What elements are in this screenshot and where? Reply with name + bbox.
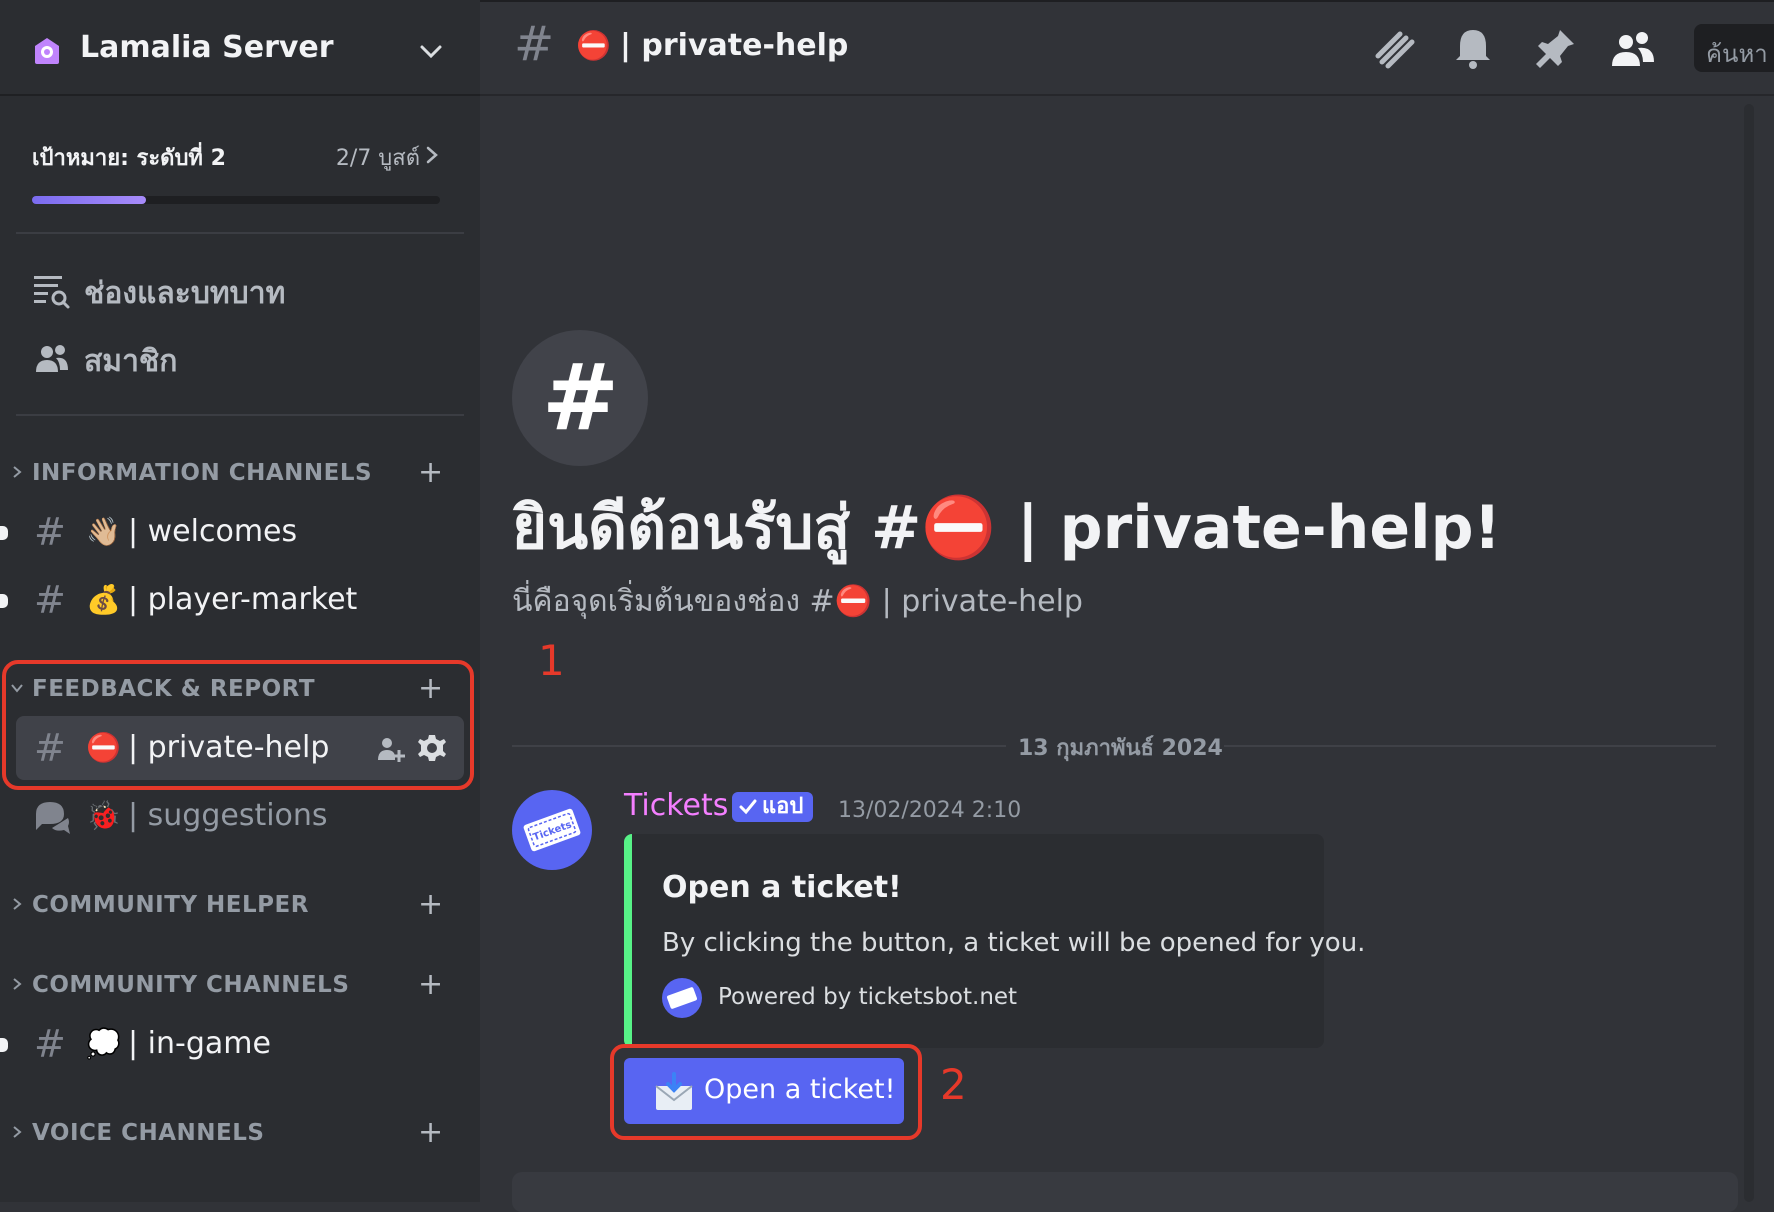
unread-indicator: [0, 526, 8, 540]
app-badge: แอป: [732, 792, 814, 822]
nav-channels-roles[interactable]: ช่องและบทบาท: [32, 262, 452, 318]
channel-label: | welcomes: [128, 514, 298, 549]
pin-icon[interactable]: [1532, 26, 1578, 72]
boost-goal-label[interactable]: เป้าหมาย: ระดับที่ 2: [32, 140, 226, 175]
forum-icon: [36, 802, 70, 834]
channel-emoji: 💭: [86, 1027, 121, 1060]
embed-footer-icon: [662, 978, 702, 1018]
add-channel-icon[interactable]: +: [418, 1118, 443, 1148]
channel-welcomes[interactable]: # 👋🏼 | welcomes: [0, 500, 464, 564]
category-label: VOICE CHANNELS: [32, 1120, 265, 1146]
server-header[interactable]: Lamalia Server: [0, 2, 480, 96]
category-voice-channels[interactable]: VOICE CHANNELS +: [0, 1112, 480, 1152]
members-icon: [36, 345, 68, 372]
chevron-right-icon: [13, 898, 22, 910]
embed-description: By clicking the button, a ticket will be…: [662, 928, 1366, 958]
channel-suggestions[interactable]: 🐞 | suggestions: [16, 784, 464, 848]
add-channel-icon[interactable]: +: [418, 458, 443, 488]
threads-icon[interactable]: [1372, 26, 1418, 72]
date-divider: 13 กุมภาพันธ์ 2024: [512, 730, 1716, 761]
channel-emoji: 👋🏼: [86, 515, 121, 548]
chevron-right-icon: [13, 466, 22, 478]
unread-indicator: [0, 1038, 8, 1052]
chevron-right-icon: [13, 1126, 22, 1138]
unread-indicator: [0, 594, 8, 608]
server-home-icon: [35, 38, 59, 64]
avatar[interactable]: Tickets: [512, 790, 592, 870]
channel-emoji: 💰: [86, 583, 121, 616]
welcome-heading: ยินดีต้อนรับสู่ #⛔ | private-help!: [512, 493, 1501, 563]
channel-title: | private-help: [620, 28, 849, 63]
channel-label: | player-market: [128, 582, 358, 617]
annotation-number-1: 1: [538, 636, 565, 685]
channel-browse-icon: [34, 276, 70, 309]
message-timestamp: 13/02/2024 2:10: [838, 798, 1022, 823]
sidebar-divider: [16, 414, 464, 416]
checkmark-icon: [739, 799, 757, 815]
welcome-subtext: นี่คือจุดเริ่มต้นของช่อง #⛔ | private-he…: [512, 584, 1083, 619]
channel-emoji: ⛔: [576, 29, 611, 62]
ticket-logo-icon: Tickets: [523, 808, 581, 852]
add-channel-icon[interactable]: +: [418, 890, 443, 920]
channel-sidebar: Lamalia Server เป้าหมาย: ระดับที่ 2 2/7 …: [0, 0, 480, 1202]
hash-icon: #: [34, 578, 66, 622]
message-embed: Open a ticket! By clicking the button, a…: [624, 834, 1365, 1048]
nav-members[interactable]: สมาชิก: [32, 330, 452, 386]
server-name: Lamalia Server: [80, 30, 334, 65]
chevron-down-icon[interactable]: [416, 36, 446, 66]
add-channel-icon[interactable]: +: [418, 970, 443, 1000]
boost-count[interactable]: 2/7 บูสต์: [336, 140, 420, 175]
channel-emoji: 🐞: [86, 799, 121, 832]
annotation-number-2: 2: [940, 1060, 967, 1109]
chevron-right-icon: [13, 978, 22, 990]
message-input[interactable]: [512, 1172, 1738, 1212]
category-community-helper[interactable]: COMMUNITY HELPER +: [0, 884, 480, 924]
category-label: INFORMATION CHANNELS: [32, 460, 373, 486]
category-label: COMMUNITY CHANNELS: [32, 972, 350, 998]
category-information-channels[interactable]: INFORMATION CHANNELS +: [0, 452, 480, 492]
channel-in-game[interactable]: # 💭 | in-game: [0, 1012, 464, 1076]
channel-label: | suggestions: [128, 798, 328, 833]
embed-title: Open a ticket!: [662, 870, 902, 905]
hash-icon: #: [34, 510, 66, 554]
hash-icon: #: [514, 16, 555, 72]
search-placeholder: ค้นหา: [1706, 40, 1768, 68]
nav-channels-roles-label: ช่องและบทบาท: [84, 276, 286, 311]
chat-scrollbar[interactable]: [1744, 104, 1754, 1202]
channel-label: | in-game: [128, 1026, 271, 1061]
channel-header: # ⛔ | private-help ค้นหา: [480, 2, 1774, 96]
chevron-right-icon[interactable]: [424, 144, 440, 166]
boost-progress-bar: [32, 196, 440, 204]
category-label: COMMUNITY HELPER: [32, 892, 309, 918]
date-divider-text: 13 กุมภาพันธ์ 2024: [1018, 736, 1223, 761]
annotation-highlight-box-2: [610, 1044, 922, 1140]
search-input[interactable]: ค้นหา: [1694, 24, 1774, 72]
locked-hash-icon: #: [34, 1022, 66, 1066]
category-community-channels[interactable]: COMMUNITY CHANNELS +: [0, 964, 480, 1004]
channel-hash-icon: #: [512, 330, 648, 466]
annotation-highlight-box-1: [2, 660, 474, 790]
channel-player-market[interactable]: # 💰 | player-market: [0, 568, 464, 632]
nav-members-label: สมาชิก: [84, 344, 178, 379]
sidebar-divider: [16, 232, 464, 234]
member-list-icon[interactable]: [1610, 26, 1656, 72]
embed-footer: Powered by ticketsbot.net: [718, 984, 1018, 1010]
message-author[interactable]: Tickets: [624, 788, 728, 823]
ticket-logo-icon: [667, 987, 697, 1009]
bell-icon[interactable]: [1450, 26, 1496, 72]
boost-progress-fill: [32, 196, 147, 204]
